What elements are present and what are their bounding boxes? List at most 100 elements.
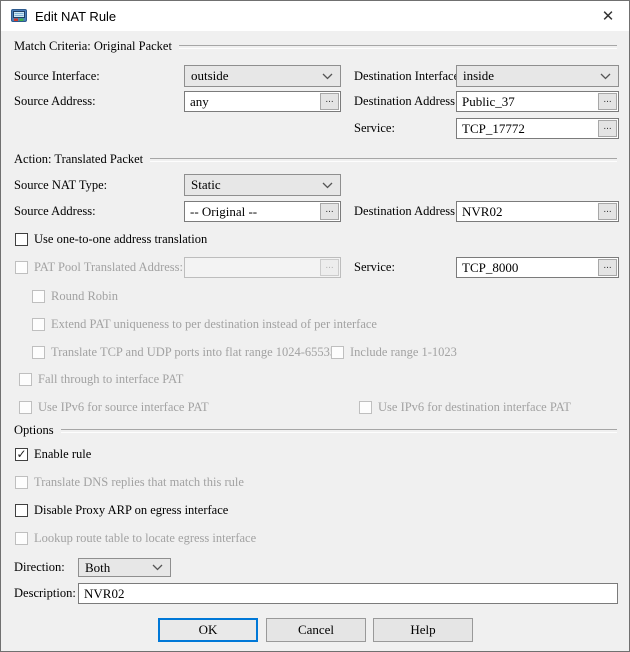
direction-dropdown[interactable]: Both xyxy=(78,558,171,577)
source-interface-dropdown[interactable]: outside xyxy=(184,65,341,87)
disable-proxy-arp-checkbox-row[interactable]: Disable Proxy ARP on egress interface xyxy=(15,503,228,518)
source-address-input[interactable] xyxy=(185,92,319,111)
pat-pool-checkbox xyxy=(15,261,28,274)
source-interface-label: Source Interface: xyxy=(14,65,100,87)
ipv6-source-checkbox xyxy=(19,401,32,414)
flat-range-label: Translate TCP and UDP ports into flat ra… xyxy=(51,345,336,360)
flat-range-checkbox-row: Translate TCP and UDP ports into flat ra… xyxy=(32,345,336,360)
ellipsis-icon: ... xyxy=(325,205,333,215)
lookup-route-label: Lookup route table to locate egress inte… xyxy=(34,531,256,546)
translated-service-input[interactable] xyxy=(457,258,597,277)
pat-pool-field: ... xyxy=(184,257,341,278)
pat-pool-label: PAT Pool Translated Address: xyxy=(34,260,183,275)
section-header-action: Action: Translated Packet xyxy=(14,152,617,167)
ok-button[interactable]: OK xyxy=(158,618,258,642)
service-field: ... xyxy=(456,118,619,139)
section-title: Options xyxy=(14,423,54,438)
disable-proxy-arp-label: Disable Proxy ARP on egress interface xyxy=(34,503,228,518)
pat-pool-browse-button: ... xyxy=(320,259,339,276)
lookup-route-checkbox-row: Lookup route table to locate egress inte… xyxy=(15,531,256,546)
flat-range-checkbox xyxy=(32,346,45,359)
fall-through-checkbox xyxy=(19,373,32,386)
translate-dns-checkbox xyxy=(15,476,28,489)
translated-source-address-label: Source Address: xyxy=(14,201,96,222)
ellipsis-icon: ... xyxy=(603,95,611,105)
extend-pat-checkbox-row: Extend PAT uniqueness to per destination… xyxy=(32,317,377,332)
translate-dns-label: Translate DNS replies that match this ru… xyxy=(34,475,244,490)
chevron-down-icon xyxy=(152,564,163,571)
include-range-label: Include range 1-1023 xyxy=(350,345,457,360)
ellipsis-icon: ... xyxy=(325,95,333,105)
translated-source-address-input[interactable] xyxy=(185,202,319,221)
edit-nat-rule-dialog: Edit NAT Rule ✕ Match Criteria: Original… xyxy=(0,0,630,652)
extend-pat-checkbox xyxy=(32,318,45,331)
ellipsis-icon: ... xyxy=(603,205,611,215)
translated-destination-address-input[interactable] xyxy=(457,202,597,221)
service-input[interactable] xyxy=(457,119,597,138)
section-header-options: Options xyxy=(14,423,617,438)
section-title: Match Criteria: Original Packet xyxy=(14,39,172,54)
help-button[interactable]: Help xyxy=(373,618,473,642)
close-icon: ✕ xyxy=(602,7,615,25)
description-input[interactable] xyxy=(79,584,617,603)
ipv6-destination-label: Use IPv6 for destination interface PAT xyxy=(378,400,571,415)
translated-destination-address-field: ... xyxy=(456,201,619,222)
service-label: Service: xyxy=(354,118,395,139)
translated-service-field: ... xyxy=(456,257,619,278)
checkmark-icon: ✓ xyxy=(16,449,26,459)
destination-interface-dropdown[interactable]: inside xyxy=(456,65,619,87)
destination-address-field: ... xyxy=(456,91,619,112)
destination-address-label: Destination Address: xyxy=(354,91,459,112)
one-to-one-checkbox[interactable] xyxy=(15,233,28,246)
source-address-browse-button[interactable]: ... xyxy=(320,93,339,110)
dialog-body: Match Criteria: Original Packet Source I… xyxy=(1,31,629,651)
description-label: Description: xyxy=(14,583,76,604)
chevron-down-icon xyxy=(600,73,611,80)
enable-rule-label: Enable rule xyxy=(34,447,91,462)
one-to-one-label: Use one-to-one address translation xyxy=(34,232,207,247)
translated-source-address-browse-button[interactable]: ... xyxy=(320,203,339,220)
enable-rule-checkbox[interactable]: ✓ xyxy=(15,448,28,461)
extend-pat-label: Extend PAT uniqueness to per destination… xyxy=(51,317,377,332)
section-divider xyxy=(150,158,617,162)
close-button[interactable]: ✕ xyxy=(593,1,623,31)
ellipsis-icon: ... xyxy=(325,261,333,271)
ipv6-destination-checkbox-row: Use IPv6 for destination interface PAT xyxy=(359,400,571,415)
source-nat-type-label: Source NAT Type: xyxy=(14,174,107,196)
include-range-checkbox-row: Include range 1-1023 xyxy=(331,345,457,360)
round-robin-checkbox xyxy=(32,290,45,303)
direction-value: Both xyxy=(85,560,110,576)
source-nat-type-value: Static xyxy=(191,177,221,193)
disable-proxy-arp-checkbox[interactable] xyxy=(15,504,28,517)
direction-label: Direction: xyxy=(14,558,65,577)
ellipsis-icon: ... xyxy=(603,261,611,271)
source-interface-value: outside xyxy=(191,68,229,84)
pat-pool-input xyxy=(185,258,319,277)
service-browse-button[interactable]: ... xyxy=(598,120,617,137)
fall-through-label: Fall through to interface PAT xyxy=(38,372,183,387)
fall-through-checkbox-row: Fall through to interface PAT xyxy=(19,372,183,387)
section-divider xyxy=(179,45,617,49)
section-header-match-criteria: Match Criteria: Original Packet xyxy=(14,39,617,54)
chevron-down-icon xyxy=(322,73,333,80)
source-address-label: Source Address: xyxy=(14,91,96,112)
enable-rule-checkbox-row[interactable]: ✓ Enable rule xyxy=(15,447,91,462)
translated-destination-address-label: Destination Address: xyxy=(354,201,459,222)
section-divider xyxy=(61,429,617,433)
pat-pool-checkbox-row: PAT Pool Translated Address: xyxy=(15,260,183,275)
ipv6-source-label: Use IPv6 for source interface PAT xyxy=(38,400,209,415)
translated-service-browse-button[interactable]: ... xyxy=(598,259,617,276)
cancel-button[interactable]: Cancel xyxy=(266,618,366,642)
destination-interface-value: inside xyxy=(463,68,494,84)
description-field xyxy=(78,583,618,604)
source-address-field: ... xyxy=(184,91,341,112)
destination-address-browse-button[interactable]: ... xyxy=(598,93,617,110)
ellipsis-icon: ... xyxy=(603,122,611,132)
app-icon xyxy=(11,8,27,24)
titlebar: Edit NAT Rule ✕ xyxy=(1,1,629,31)
translated-destination-address-browse-button[interactable]: ... xyxy=(598,203,617,220)
source-nat-type-dropdown[interactable]: Static xyxy=(184,174,341,196)
one-to-one-checkbox-row[interactable]: Use one-to-one address translation xyxy=(15,232,207,247)
round-robin-checkbox-row: Round Robin xyxy=(32,289,118,304)
destination-address-input[interactable] xyxy=(457,92,597,111)
